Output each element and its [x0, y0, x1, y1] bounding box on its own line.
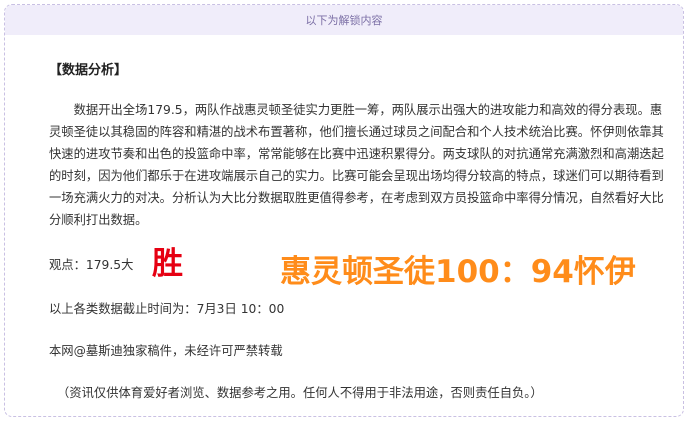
prediction-view: 观点：179.5大	[49, 255, 133, 273]
unlocked-content-card: 以下为解锁内容 【数据分析】 数据开出全场179.5，两队作战惠灵顿圣徒实力更胜…	[4, 4, 684, 417]
copyright-notice: 本网@墓斯迪独家稿件，未经许可严禁转载	[49, 344, 283, 358]
prediction-view-text: 观点：179.5大	[49, 258, 134, 272]
analysis-paragraph: 数据开出全场179.5，两队作战惠灵顿圣徒实力更胜一筹，两队展示出强大的进攻能力…	[49, 103, 664, 227]
score-prediction: 惠灵顿圣徒100：94怀伊	[280, 254, 636, 290]
section-title: 【数据分析】	[49, 63, 128, 78]
article-content: 【数据分析】 数据开出全场179.5，两队作战惠灵顿圣徒实力更胜一筹，两队展示出…	[5, 5, 683, 416]
result-badge: 胜	[152, 246, 184, 282]
disclaimer: （资讯仅供体育爱好者浏览、数据参考之用。任何人不得用于非法用途，否则责任自负。）	[57, 386, 543, 400]
data-deadline: 以上各类数据截止时间为：7月3日 10：00	[49, 302, 285, 316]
